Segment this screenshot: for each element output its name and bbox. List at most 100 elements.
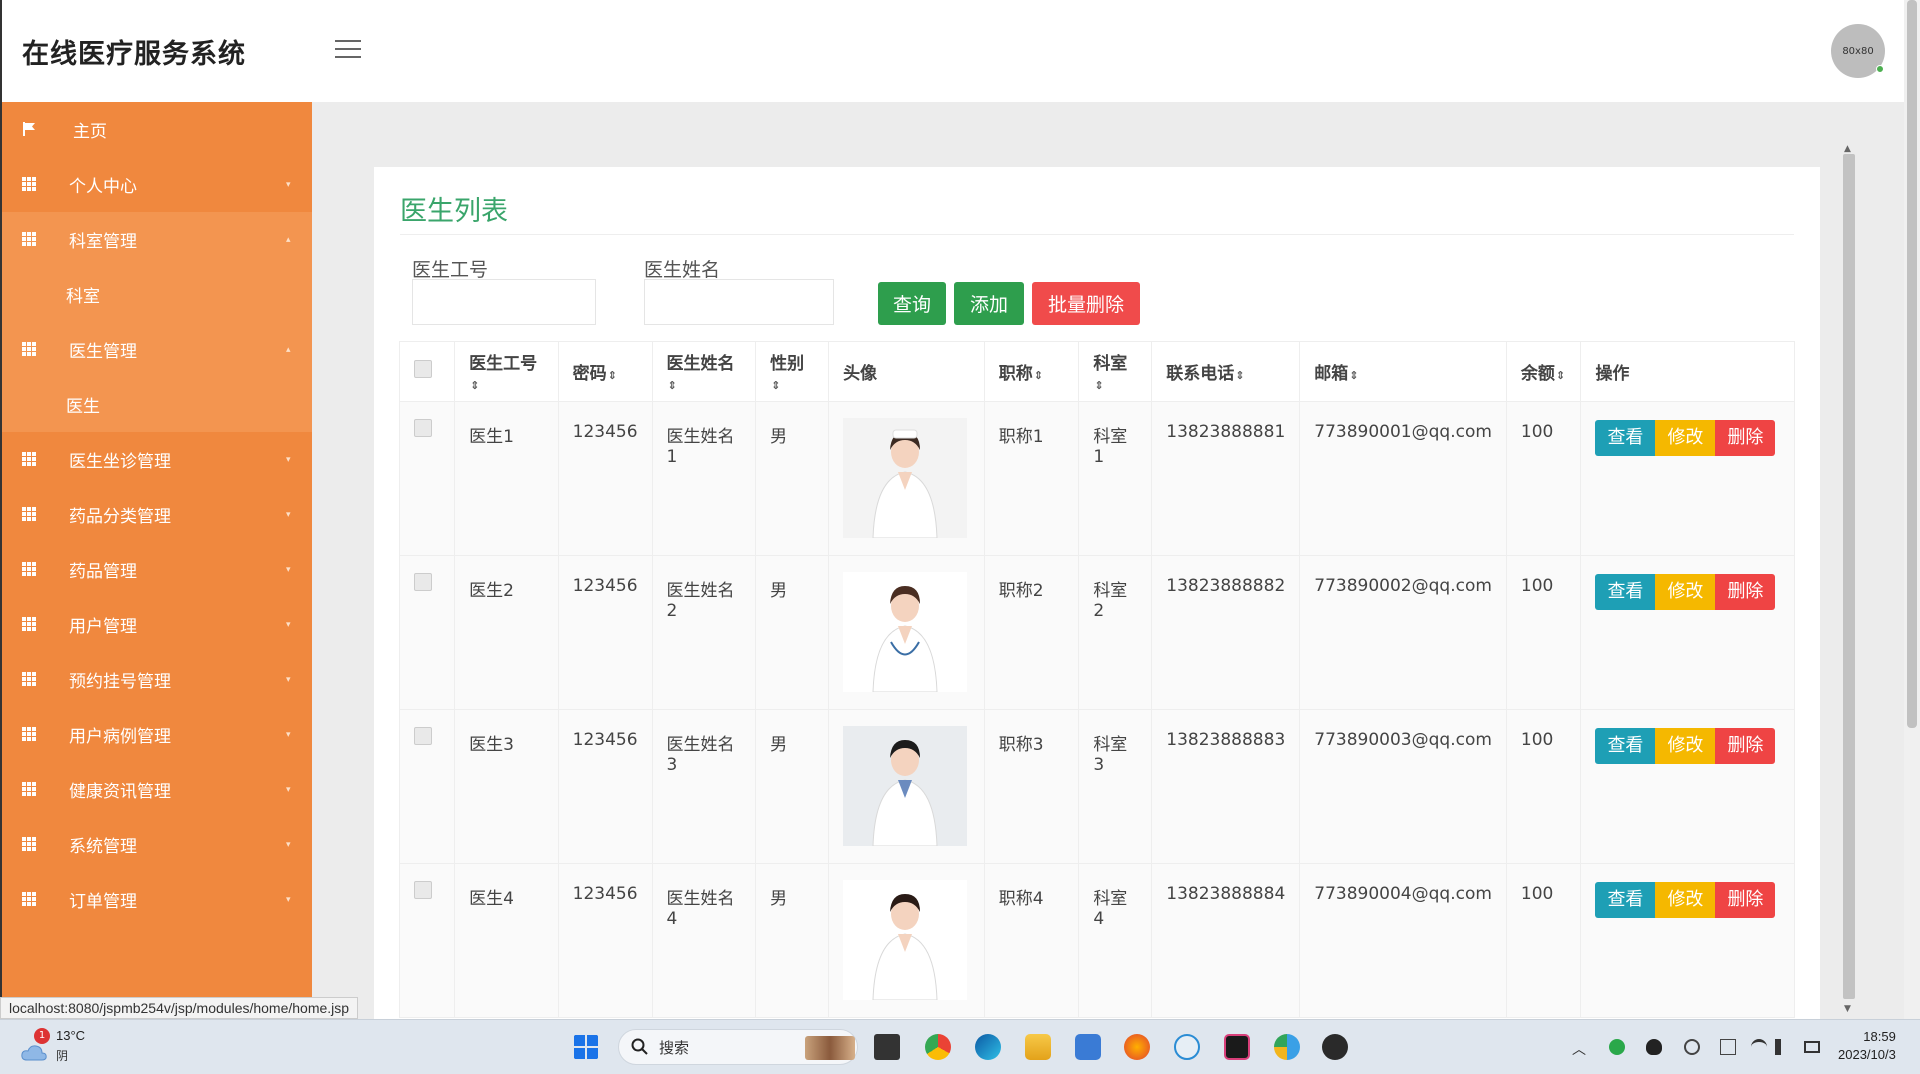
windows-start-icon[interactable] <box>573 1034 599 1060</box>
row-checkbox[interactable] <box>414 419 432 437</box>
view-button[interactable]: 查看 <box>1595 420 1656 456</box>
sort-icon[interactable]: ⇕ <box>470 379 479 392</box>
weather-alert-badge: 1 <box>34 1028 50 1044</box>
row-select-cell <box>398 709 456 864</box>
firefox-icon[interactable] <box>1124 1034 1150 1060</box>
grid-icon <box>22 232 36 246</box>
task-view-icon[interactable] <box>874 1034 900 1060</box>
sidebar-item-10[interactable]: 健康资讯管理 ▾ <box>2 762 312 817</box>
sidebar-subitem-3[interactable]: 医生 <box>2 377 312 432</box>
sort-icon[interactable]: ⇕ <box>1556 369 1565 382</box>
select-all-checkbox[interactable] <box>414 360 432 378</box>
add-button[interactable]: 添加 <box>954 282 1024 325</box>
edit-button[interactable]: 修改 <box>1655 574 1716 610</box>
chrome-icon[interactable] <box>925 1034 951 1060</box>
column-header-3[interactable]: 性别 ⇕ <box>755 341 830 402</box>
page-scrollbar[interactable] <box>1904 0 1920 1019</box>
delete-button[interactable]: 删除 <box>1715 574 1776 610</box>
sidebar-item-3[interactable]: 医生管理 ▴ <box>2 322 312 377</box>
view-button[interactable]: 查看 <box>1595 574 1656 610</box>
onedrive-icon[interactable] <box>1684 1039 1700 1055</box>
cell-password: 123456 <box>557 401 653 556</box>
sidebar-item-5[interactable]: 药品分类管理 ▾ <box>2 487 312 542</box>
qq-icon[interactable] <box>1646 1039 1662 1055</box>
taskbar-search[interactable]: 搜索 <box>618 1029 858 1065</box>
sidebar-item-4[interactable]: 医生坐诊管理 ▾ <box>2 432 312 487</box>
view-button[interactable]: 查看 <box>1595 882 1656 918</box>
panel-scrollbar[interactable]: ▲ ▼ <box>1841 140 1857 1019</box>
doctor-name-input[interactable] <box>644 279 834 325</box>
row-select-cell <box>398 401 456 556</box>
weather-desc: 阴 <box>56 1049 69 1063</box>
sidebar-item-1[interactable]: 个人中心 ▾ <box>2 157 312 212</box>
sort-icon[interactable]: ⇕ <box>1034 369 1043 382</box>
column-header-5[interactable]: 职称⇕ <box>983 341 1080 402</box>
page-scroll-thumb[interactable] <box>1907 0 1917 728</box>
column-header-7[interactable]: 联系电话⇕ <box>1151 341 1301 402</box>
file-explorer-icon[interactable] <box>1025 1034 1051 1060</box>
caret-icon: ▾ <box>286 784 291 795</box>
table-row: 医生4 123456 医生姓名4 男 职称4 科室4 13823888884 77389000… <box>398 863 1795 1018</box>
show-hidden-icons-icon[interactable]: ︿ <box>1572 1039 1588 1058</box>
cell-gender: 男 <box>755 401 830 556</box>
sidebar-item-label: 药品分类管理 <box>69 507 171 527</box>
sidebar-item-9[interactable]: 用户病例管理 ▾ <box>2 707 312 762</box>
query-button[interactable]: 查询 <box>878 282 946 325</box>
sort-icon[interactable]: ⇕ <box>1349 369 1358 382</box>
edge-icon[interactable] <box>975 1034 1001 1060</box>
select-all-cell <box>398 341 456 402</box>
scroll-down-arrow-icon[interactable]: ▼ <box>1844 1004 1851 1014</box>
input-method-icon[interactable] <box>1720 1039 1736 1055</box>
row-checkbox[interactable] <box>414 881 432 899</box>
view-button[interactable]: 查看 <box>1595 728 1656 764</box>
sidebar-item-2[interactable]: 科室管理 ▴ <box>2 212 312 267</box>
wifi-icon[interactable] <box>1751 1039 1767 1055</box>
batch-delete-button[interactable]: 批量删除 <box>1032 282 1140 325</box>
caret-icon: ▾ <box>286 509 291 520</box>
column-header-9[interactable]: 余额⇕ <box>1505 341 1582 402</box>
intellij-icon[interactable] <box>1224 1034 1250 1060</box>
column-header-1[interactable]: 密码⇕ <box>557 341 653 402</box>
doctor-no-input[interactable] <box>412 279 596 325</box>
volume-icon[interactable] <box>1775 1039 1791 1055</box>
sidebar-subitem-2[interactable]: 科室 <box>2 267 312 322</box>
search-highlight-image <box>805 1036 855 1060</box>
sidebar-item-12[interactable]: 订单管理 ▾ <box>2 872 312 927</box>
battery-icon[interactable] <box>1804 1041 1820 1053</box>
sidebar-item-8[interactable]: 预约挂号管理 ▾ <box>2 652 312 707</box>
notepad-icon[interactable] <box>1075 1034 1101 1060</box>
sidebar-item-7[interactable]: 用户管理 ▾ <box>2 597 312 652</box>
delete-button[interactable]: 删除 <box>1715 420 1776 456</box>
cell-email: 773890001@qq.com <box>1299 401 1507 556</box>
sidebar-item-0[interactable]: 主页 <box>2 102 312 157</box>
tray-app-icon[interactable] <box>1609 1039 1625 1055</box>
grid-icon <box>22 562 36 576</box>
edit-button[interactable]: 修改 <box>1655 420 1716 456</box>
clock[interactable]: 18:59 2023/10/3 <box>1838 1028 1896 1064</box>
scroll-up-arrow-icon[interactable]: ▲ <box>1844 144 1851 154</box>
sidebar-item-label: 个人中心 <box>69 177 137 197</box>
sort-icon[interactable]: ⇕ <box>1235 369 1244 382</box>
column-header-6[interactable]: 科室 ⇕ <box>1078 341 1153 402</box>
panel-scroll-thumb[interactable] <box>1843 154 1855 999</box>
sort-icon[interactable]: ⇕ <box>1094 379 1103 392</box>
column-header-8[interactable]: 邮箱⇕ <box>1299 341 1507 402</box>
menu-toggle-icon[interactable] <box>335 40 361 60</box>
sort-icon[interactable]: ⇕ <box>668 379 677 392</box>
sort-icon[interactable]: ⇕ <box>771 379 780 392</box>
caret-icon: ▾ <box>286 674 291 685</box>
sidebar-item-11[interactable]: 系统管理 ▾ <box>2 817 312 872</box>
delete-button[interactable]: 删除 <box>1715 882 1776 918</box>
row-checkbox[interactable] <box>414 573 432 591</box>
edit-button[interactable]: 修改 <box>1655 882 1716 918</box>
app-dark-icon[interactable] <box>1322 1034 1348 1060</box>
sort-icon[interactable]: ⇕ <box>608 369 617 382</box>
app-circle-icon[interactable] <box>1274 1034 1300 1060</box>
row-checkbox[interactable] <box>414 727 432 745</box>
column-header-2[interactable]: 医生姓名 ⇕ <box>651 341 757 402</box>
column-header-0[interactable]: 医生工号 ⇕ <box>454 341 559 402</box>
delete-button[interactable]: 删除 <box>1715 728 1776 764</box>
network-app-icon[interactable] <box>1174 1034 1200 1060</box>
sidebar-item-6[interactable]: 药品管理 ▾ <box>2 542 312 597</box>
edit-button[interactable]: 修改 <box>1655 728 1716 764</box>
